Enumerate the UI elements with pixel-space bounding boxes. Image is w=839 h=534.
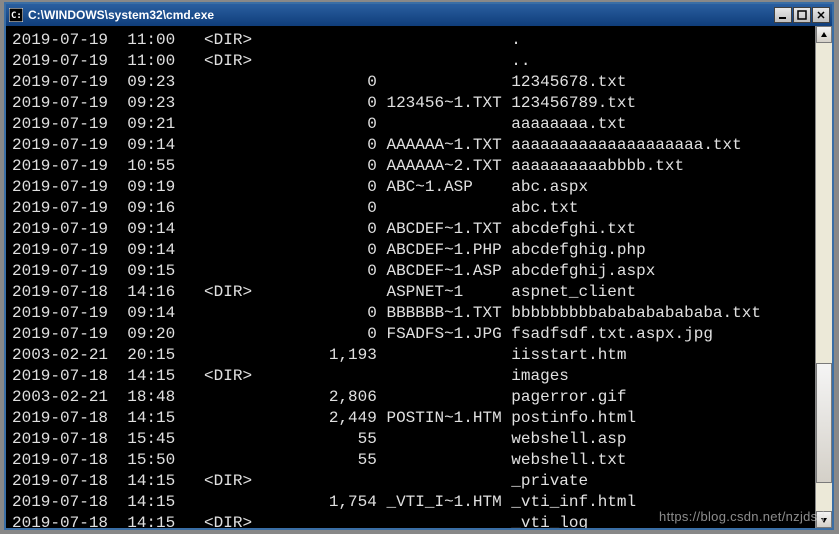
- terminal-line: 2019-07-19 09:14 0 ABCDEF~1.TXT abcdefgh…: [12, 219, 809, 240]
- scroll-thumb[interactable]: [816, 363, 832, 483]
- cmd-icon: C:\: [8, 7, 24, 23]
- terminal-line: 2019-07-19 10:55 0 AAAAAA~2.TXT aaaaaaaa…: [12, 156, 809, 177]
- close-button[interactable]: [812, 7, 830, 23]
- titlebar[interactable]: C:\ C:\WINDOWS\system32\cmd.exe: [6, 4, 832, 26]
- terminal-line: 2019-07-19 11:00 <DIR> .: [12, 30, 809, 51]
- minimize-button[interactable]: [774, 7, 792, 23]
- terminal-line: 2019-07-19 09:23 0 12345678.txt: [12, 72, 809, 93]
- terminal-line: 2003-02-21 20:15 1,193 iisstart.htm: [12, 345, 809, 366]
- terminal-line: 2019-07-19 09:23 0 123456~1.TXT 12345678…: [12, 93, 809, 114]
- window-title: C:\WINDOWS\system32\cmd.exe: [28, 8, 774, 22]
- vertical-scrollbar[interactable]: [815, 26, 832, 528]
- cmd-window: C:\ C:\WINDOWS\system32\cmd.exe 2019-07-…: [4, 2, 834, 530]
- terminal-line: 2019-07-19 09:14 0 ABCDEF~1.PHP abcdefgh…: [12, 240, 809, 261]
- terminal-line: 2019-07-18 14:15 <DIR> _vti_log: [12, 513, 809, 528]
- terminal-line: 2019-07-18 14:15 1,754 _VTI_I~1.HTM _vti…: [12, 492, 809, 513]
- terminal-line: 2019-07-19 11:00 <DIR> ..: [12, 51, 809, 72]
- terminal-line: 2019-07-18 15:50 55 webshell.txt: [12, 450, 809, 471]
- scroll-track[interactable]: [816, 43, 832, 511]
- client-area: 2019-07-19 11:00 <DIR> .2019-07-19 11:00…: [6, 26, 832, 528]
- terminal-line: 2019-07-18 15:45 55 webshell.asp: [12, 429, 809, 450]
- terminal-line: 2019-07-19 09:21 0 aaaaaaaa.txt: [12, 114, 809, 135]
- terminal-line: 2019-07-19 09:19 0 ABC~1.ASP abc.aspx: [12, 177, 809, 198]
- window-buttons: [774, 7, 830, 23]
- terminal-line: 2019-07-19 09:20 0 FSADFS~1.JPG fsadfsdf…: [12, 324, 809, 345]
- terminal-output[interactable]: 2019-07-19 11:00 <DIR> .2019-07-19 11:00…: [6, 26, 815, 528]
- terminal-line: 2019-07-19 09:16 0 abc.txt: [12, 198, 809, 219]
- scroll-down-button[interactable]: [816, 511, 832, 528]
- terminal-line: 2019-07-18 14:16 <DIR> ASPNET~1 aspnet_c…: [12, 282, 809, 303]
- terminal-line: 2019-07-18 14:15 <DIR> _private: [12, 471, 809, 492]
- terminal-line: 2019-07-19 09:14 0 AAAAAA~1.TXT aaaaaaaa…: [12, 135, 809, 156]
- terminal-line: 2019-07-19 09:14 0 BBBBBB~1.TXT bbbbbbbb…: [12, 303, 809, 324]
- terminal-line: 2019-07-19 09:15 0 ABCDEF~1.ASP abcdefgh…: [12, 261, 809, 282]
- terminal-line: 2019-07-18 14:15 2,449 POSTIN~1.HTM post…: [12, 408, 809, 429]
- maximize-button[interactable]: [793, 7, 811, 23]
- scroll-up-button[interactable]: [816, 26, 832, 43]
- terminal-line: 2019-07-18 14:15 <DIR> images: [12, 366, 809, 387]
- terminal-line: 2003-02-21 18:48 2,806 pagerror.gif: [12, 387, 809, 408]
- svg-text:C:\: C:\: [11, 11, 23, 21]
